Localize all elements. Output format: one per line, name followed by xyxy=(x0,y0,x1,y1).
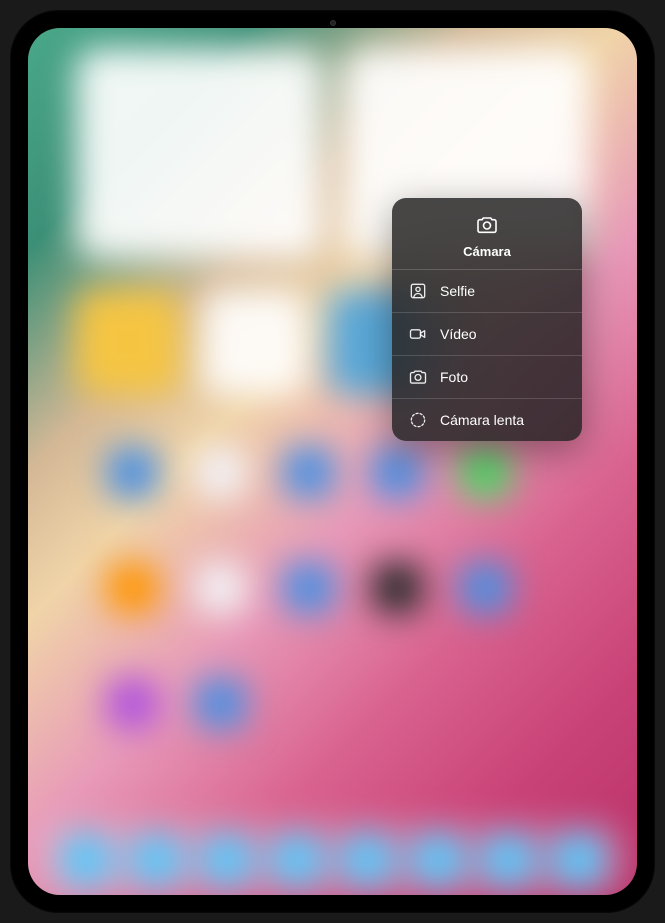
app-icon xyxy=(107,678,157,728)
dock-icon xyxy=(412,834,465,887)
context-menu-header: Cámara xyxy=(392,198,582,270)
dock-icon xyxy=(341,834,394,887)
app-icon xyxy=(195,678,245,728)
home-screen-blurred xyxy=(28,28,637,895)
context-menu-title: Cámara xyxy=(463,244,511,259)
menu-item-selfie[interactable]: Selfie xyxy=(392,270,582,313)
app-icon xyxy=(460,447,510,497)
menu-item-slomo[interactable]: Cámara lenta xyxy=(392,399,582,441)
menu-item-label: Cámara lenta xyxy=(440,412,524,428)
app-icon xyxy=(372,563,422,613)
camera-icon xyxy=(474,212,500,238)
dock-icon xyxy=(482,834,535,887)
dock-icon xyxy=(60,834,112,887)
app-icon xyxy=(107,447,157,497)
app-icon xyxy=(284,447,334,497)
widget-small-1 xyxy=(76,290,181,395)
video-icon xyxy=(408,324,428,344)
app-icon xyxy=(107,563,157,613)
menu-item-label: Selfie xyxy=(440,283,475,299)
menu-item-label: Foto xyxy=(440,369,468,385)
app-icon xyxy=(195,563,245,613)
menu-item-video[interactable]: Vídeo xyxy=(392,313,582,356)
dock-icon xyxy=(130,834,183,887)
front-camera-dot xyxy=(330,20,336,26)
camera-context-menu: Cámara Selfie xyxy=(392,198,582,441)
widget-small-2 xyxy=(202,290,307,395)
app-icon xyxy=(284,563,334,613)
ipad-screen: Cámara Selfie xyxy=(28,28,637,895)
calendar-widget xyxy=(76,48,322,258)
app-icon xyxy=(460,563,510,613)
dock xyxy=(39,822,627,895)
app-icon xyxy=(195,447,245,497)
photo-icon xyxy=(408,367,428,387)
menu-item-label: Vídeo xyxy=(440,326,477,342)
ipad-device-frame: Cámara Selfie xyxy=(10,10,655,913)
slomo-icon xyxy=(408,410,428,430)
dock-icon xyxy=(552,834,605,887)
selfie-icon xyxy=(408,281,428,301)
dock-icon xyxy=(201,834,253,887)
app-icon xyxy=(372,447,422,497)
menu-item-photo[interactable]: Foto xyxy=(392,356,582,399)
dock-icon xyxy=(271,834,324,887)
